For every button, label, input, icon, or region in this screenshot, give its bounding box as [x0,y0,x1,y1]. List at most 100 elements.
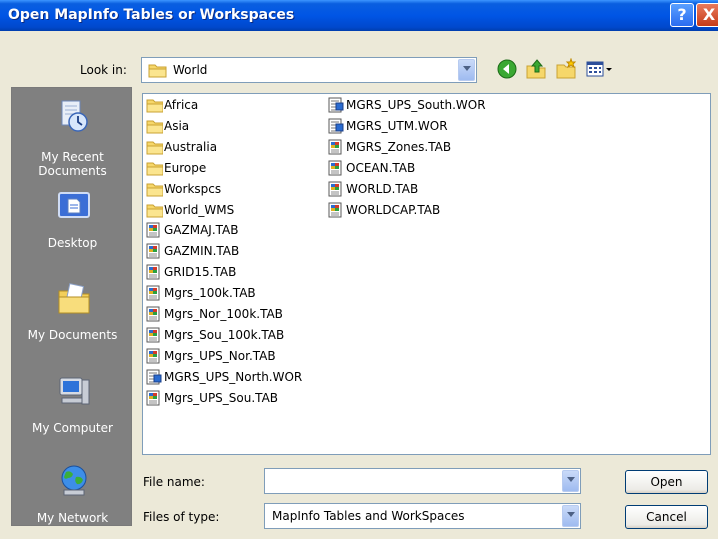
file-name: Europe [164,160,207,175]
file-name: World_WMS [164,202,235,217]
new-folder-icon[interactable] [555,58,577,80]
folder-icon [146,141,163,155]
place-label: My Documents [27,328,118,342]
table-file-icon [146,285,160,301]
file-type-combo[interactable]: MapInfo Tables and WorkSpaces [264,503,581,529]
close-icon: X [702,5,716,24]
table-file-icon [328,202,342,217]
dialog-title: Open MapInfo Tables or Workspaces [8,7,295,23]
help-icon: ? [677,5,687,24]
folder-icon [146,204,163,217]
my-network-icon [61,465,87,496]
place-label: My Network [36,511,109,525]
place-label: Desktop [47,236,98,250]
file-item[interactable]: MGRS_UTM.WOR [328,117,508,135]
recent-documents-icon [61,100,88,132]
folder-icon [146,162,163,176]
file-item[interactable]: MGRS_UPS_North.WOR [146,368,326,386]
file-name: Workspcs [164,181,222,196]
file-item[interactable]: GAZMAJ.TAB [146,221,326,239]
look-in-combo[interactable]: World [141,57,477,83]
table-file-icon [328,181,342,197]
folder-icon [146,183,163,197]
file-name: Mgrs_Sou_100k.TAB [164,327,285,342]
folder-item[interactable]: Europe [146,159,326,177]
file-name: WORLD.TAB [346,181,419,196]
file-name: OCEAN.TAB [346,160,416,175]
table-file-icon [146,243,160,259]
table-file-icon [146,264,160,280]
open-dialog: Open MapInfo Tables or Workspaces ? X Lo… [0,0,718,539]
file-name: Asia [164,118,190,133]
folder-item[interactable]: Workspcs [146,180,326,198]
file-name: GAZMIN.TAB [164,244,240,259]
file-item[interactable]: GAZMIN.TAB [146,242,326,260]
folder-icon [146,99,163,113]
folder-icon [146,120,163,134]
table-file-icon [146,348,160,364]
my-documents-icon [58,283,90,314]
help-button[interactable]: ? [670,3,694,27]
workspace-file-icon [328,97,344,113]
place-my-computer[interactable]: My Computer [12,374,133,440]
place-recent-documents[interactable]: My Recent Documents [12,98,133,184]
folder-item[interactable]: World_WMS [146,201,326,219]
cancel-button[interactable]: Cancel [625,505,708,529]
file-name: Australia [164,139,218,154]
file-name: MGRS_UPS_South.WOR [346,98,486,112]
place-my-network[interactable]: My Network [12,463,133,525]
file-name: Mgrs_100k.TAB [164,286,256,301]
close-button[interactable]: X [696,3,718,27]
places-bar: My Recent Documents Desktop My Documents [11,87,132,526]
file-item[interactable]: GRID15.TAB [146,263,326,281]
place-my-documents[interactable]: My Documents [12,281,133,347]
file-name-combo[interactable] [264,468,581,494]
look-in-label: Look in: [80,63,127,77]
file-item[interactable]: WORLDCAP.TAB [328,201,508,219]
file-item[interactable]: Mgrs_Nor_100k.TAB [146,305,326,323]
file-name: Mgrs_UPS_Nor.TAB [164,348,276,363]
file-name: Africa [164,98,199,112]
folder-icon [148,64,167,78]
file-item[interactable]: Mgrs_UPS_Sou.TAB [146,389,326,407]
table-file-icon [146,390,160,406]
table-file-icon [328,139,342,155]
file-name: MGRS_UPS_North.WOR [164,369,303,384]
table-file-icon [146,222,160,238]
file-item[interactable]: MGRS_Zones.TAB [328,138,508,156]
workspace-file-icon [328,118,344,134]
place-label: My Recent Documents [38,150,107,178]
file-name: GRID15.TAB [164,265,237,280]
file-item[interactable]: OCEAN.TAB [328,159,508,177]
file-type-label: Files of type: [143,510,220,524]
table-file-icon [328,160,342,176]
file-item[interactable]: Mgrs_100k.TAB [146,284,326,302]
folder-item[interactable]: Asia [146,117,326,135]
look-in-dropdown-arrow[interactable] [458,59,475,81]
file-name-input[interactable] [265,469,561,493]
file-name: MGRS_Zones.TAB [346,139,452,154]
file-list[interactable]: Africa Asia Australia Europe Workspcs World_W… [142,93,711,455]
file-name: Mgrs_Nor_100k.TAB [164,307,283,321]
file-name-dropdown-arrow[interactable] [562,470,579,492]
workspace-file-icon [146,369,162,385]
file-type-value: MapInfo Tables and WorkSpaces [272,509,465,523]
file-item[interactable]: WORLD.TAB [328,180,508,198]
folder-item[interactable]: Africa [146,96,326,114]
file-item[interactable]: MGRS_UPS_South.WOR [328,96,508,114]
place-desktop[interactable]: Desktop [12,189,133,255]
file-name: MGRS_UTM.WOR [346,118,448,133]
up-folder-icon[interactable] [525,58,547,80]
my-computer-icon [59,377,90,405]
views-menu-icon[interactable] [585,58,615,80]
back-icon[interactable] [496,58,518,80]
file-name-label: File name: [143,475,205,489]
file-item[interactable]: Mgrs_Sou_100k.TAB [146,326,326,344]
open-button[interactable]: Open [625,470,708,494]
file-name: WORLDCAP.TAB [346,202,441,217]
look-in-value: World [173,63,208,77]
folder-item[interactable]: Australia [146,138,326,156]
file-item[interactable]: Mgrs_UPS_Nor.TAB [146,347,326,365]
file-type-dropdown-arrow[interactable] [562,505,579,527]
file-name: Mgrs_UPS_Sou.TAB [164,390,279,405]
